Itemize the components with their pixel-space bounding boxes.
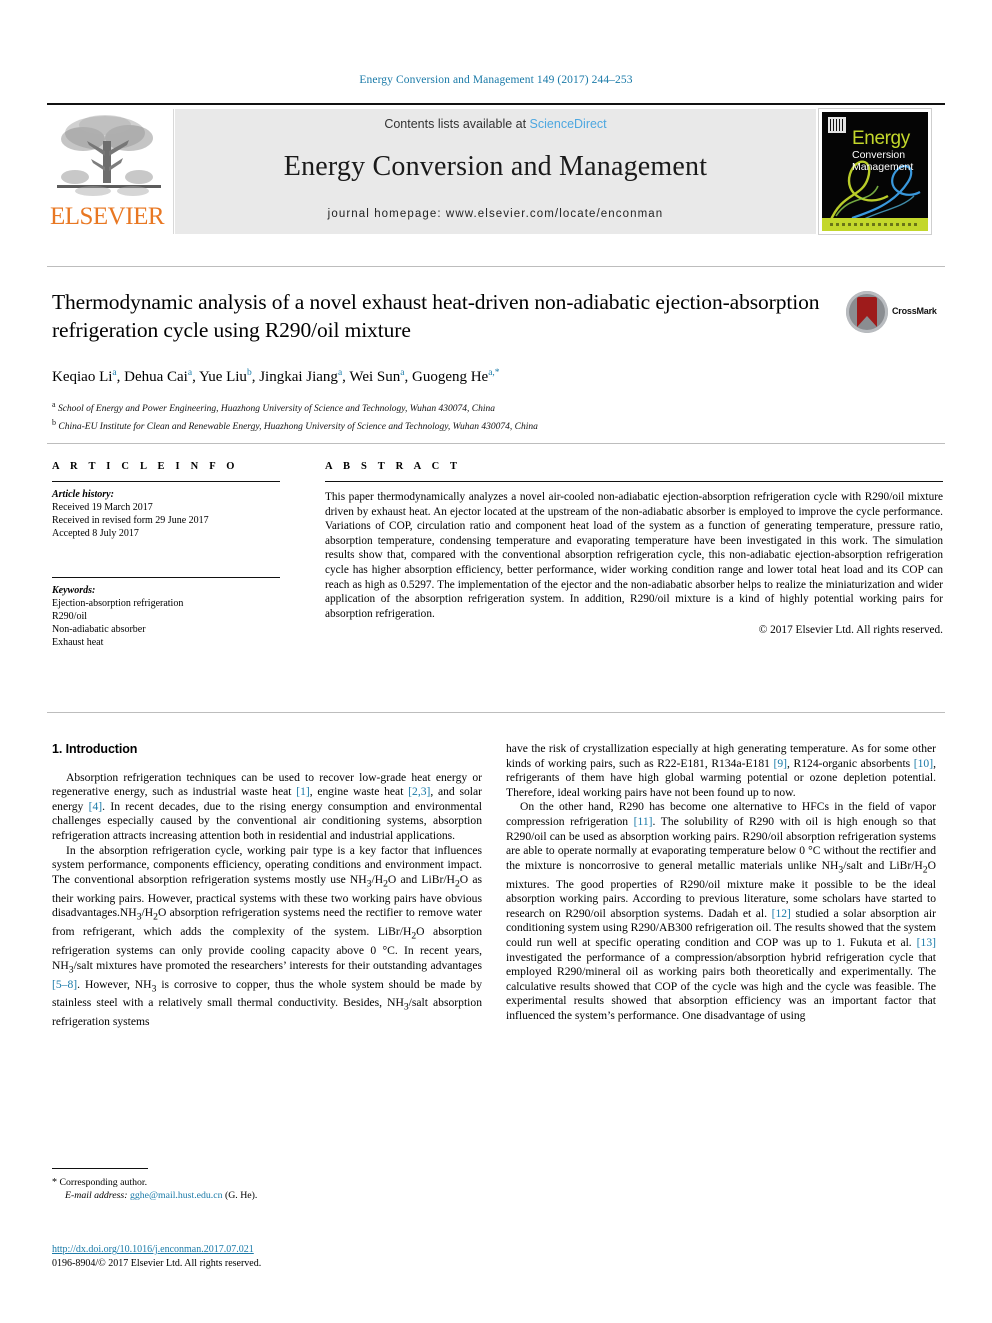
section-heading-introduction: 1. Introduction	[52, 742, 138, 756]
article-history-label: Article history:	[52, 489, 114, 500]
journal-homepage[interactable]: journal homepage: www.elsevier.com/locat…	[175, 208, 816, 220]
history-accepted: Accepted 8 July 2017	[52, 528, 139, 540]
cover-subtitle-1: Conversion	[852, 149, 906, 161]
email-label: E-mail address:	[65, 1190, 128, 1201]
keywords-label: Keywords:	[52, 584, 96, 596]
abstract-column: A B S T R A C T This paper thermodynamic…	[325, 461, 943, 636]
journal-cover-thumbnail: Energy Conversion Management	[818, 108, 932, 235]
crossmark-badge[interactable]: CrossMark	[846, 291, 942, 337]
elsevier-wordmark: ELSEVIER	[49, 203, 165, 230]
body-column-left: 1. Introduction Absorption refrigeration…	[52, 742, 482, 1030]
contents-prefix: Contents lists available at	[384, 117, 530, 131]
abstract-copyright: © 2017 Elsevier Ltd. All rights reserved…	[758, 624, 943, 637]
contents-available-line: Contents lists available at ScienceDirec…	[175, 117, 816, 131]
footnote-divider	[52, 1168, 148, 1169]
keyword-item: R290/oil	[52, 610, 88, 622]
paragraph: In the absorption refrigeration cycle, w…	[52, 843, 483, 1029]
cover-footer-band	[822, 218, 928, 231]
email-suffix: (G. He).	[224, 1190, 258, 1201]
keyword-item: Non-adiabatic absorber	[52, 624, 146, 636]
masthead-center: Contents lists available at ScienceDirec…	[175, 109, 816, 234]
body-column-right: have the risk of crystallization especia…	[506, 742, 936, 1024]
cover-title: Energy	[852, 128, 910, 149]
author-list: Keqiao Lia, Dehua Caia, Yue Liub, Jingka…	[52, 368, 500, 385]
affiliation-a: a School of Energy and Power Engineering…	[52, 400, 495, 415]
sciencedirect-link[interactable]: ScienceDirect	[530, 117, 607, 131]
abstract-heading: A B S T R A C T	[325, 461, 462, 472]
history-revised: Received in revised form 29 June 2017	[52, 515, 209, 527]
keyword-item: Exhaust heat	[52, 637, 104, 649]
crossmark-icon	[846, 291, 888, 333]
journal-masthead: ELSEVIER Contents lists available at Sci…	[47, 103, 945, 235]
corresponding-author-note: * Corresponding author. E-mail address: …	[52, 1176, 482, 1202]
doi-link[interactable]: http://dx.doi.org/10.1016/j.enconman.201…	[52, 1243, 482, 1257]
paragraph: have the risk of crystallization especia…	[506, 742, 936, 799]
email-link[interactable]: gghe@mail.hust.edu.cn	[130, 1190, 223, 1201]
paper-page: Energy Conversion and Management 149 (20…	[0, 0, 992, 1323]
paragraph: On the other hand, R290 has become one a…	[506, 800, 936, 1022]
title-divider	[47, 266, 945, 267]
page-title: Thermodynamic analysis of a novel exhaus…	[52, 290, 820, 342]
body-divider	[47, 712, 945, 713]
article-info-column: A R T I C L E I N F O Article history: R…	[52, 461, 307, 649]
keyword-item: Ejection-absorption refrigeration	[52, 597, 184, 609]
affiliation-b: b China-EU Institute for Clean and Renew…	[52, 418, 538, 433]
corresponding-author-text: Corresponding author.	[59, 1177, 148, 1188]
asterisk-icon: *	[52, 1177, 57, 1188]
paragraph: Absorption refrigeration techniques can …	[52, 770, 483, 842]
cover-elsevier-mark	[828, 117, 846, 133]
affiliation-list: a School of Energy and Power Engineering…	[52, 398, 882, 434]
article-info-heading: A R T I C L E I N F O	[52, 461, 239, 472]
crossmark-label: CrossMark	[892, 306, 937, 316]
elsevier-tree-icon	[57, 115, 161, 196]
issn-copyright: 0196-8904/© 2017 Elsevier Ltd. All right…	[52, 1257, 262, 1269]
cover-subtitle-2: Management	[852, 161, 914, 173]
running-head: Energy Conversion and Management 149 (20…	[359, 74, 633, 86]
elsevier-logo: ELSEVIER	[47, 109, 174, 234]
footer-block: http://dx.doi.org/10.1016/j.enconman.201…	[52, 1243, 482, 1270]
abstract-text: This paper thermodynamically analyzes a …	[325, 491, 943, 620]
info-divider	[47, 443, 945, 444]
journal-title: Energy Conversion and Management	[283, 151, 708, 182]
history-received: Received 19 March 2017	[52, 502, 153, 513]
